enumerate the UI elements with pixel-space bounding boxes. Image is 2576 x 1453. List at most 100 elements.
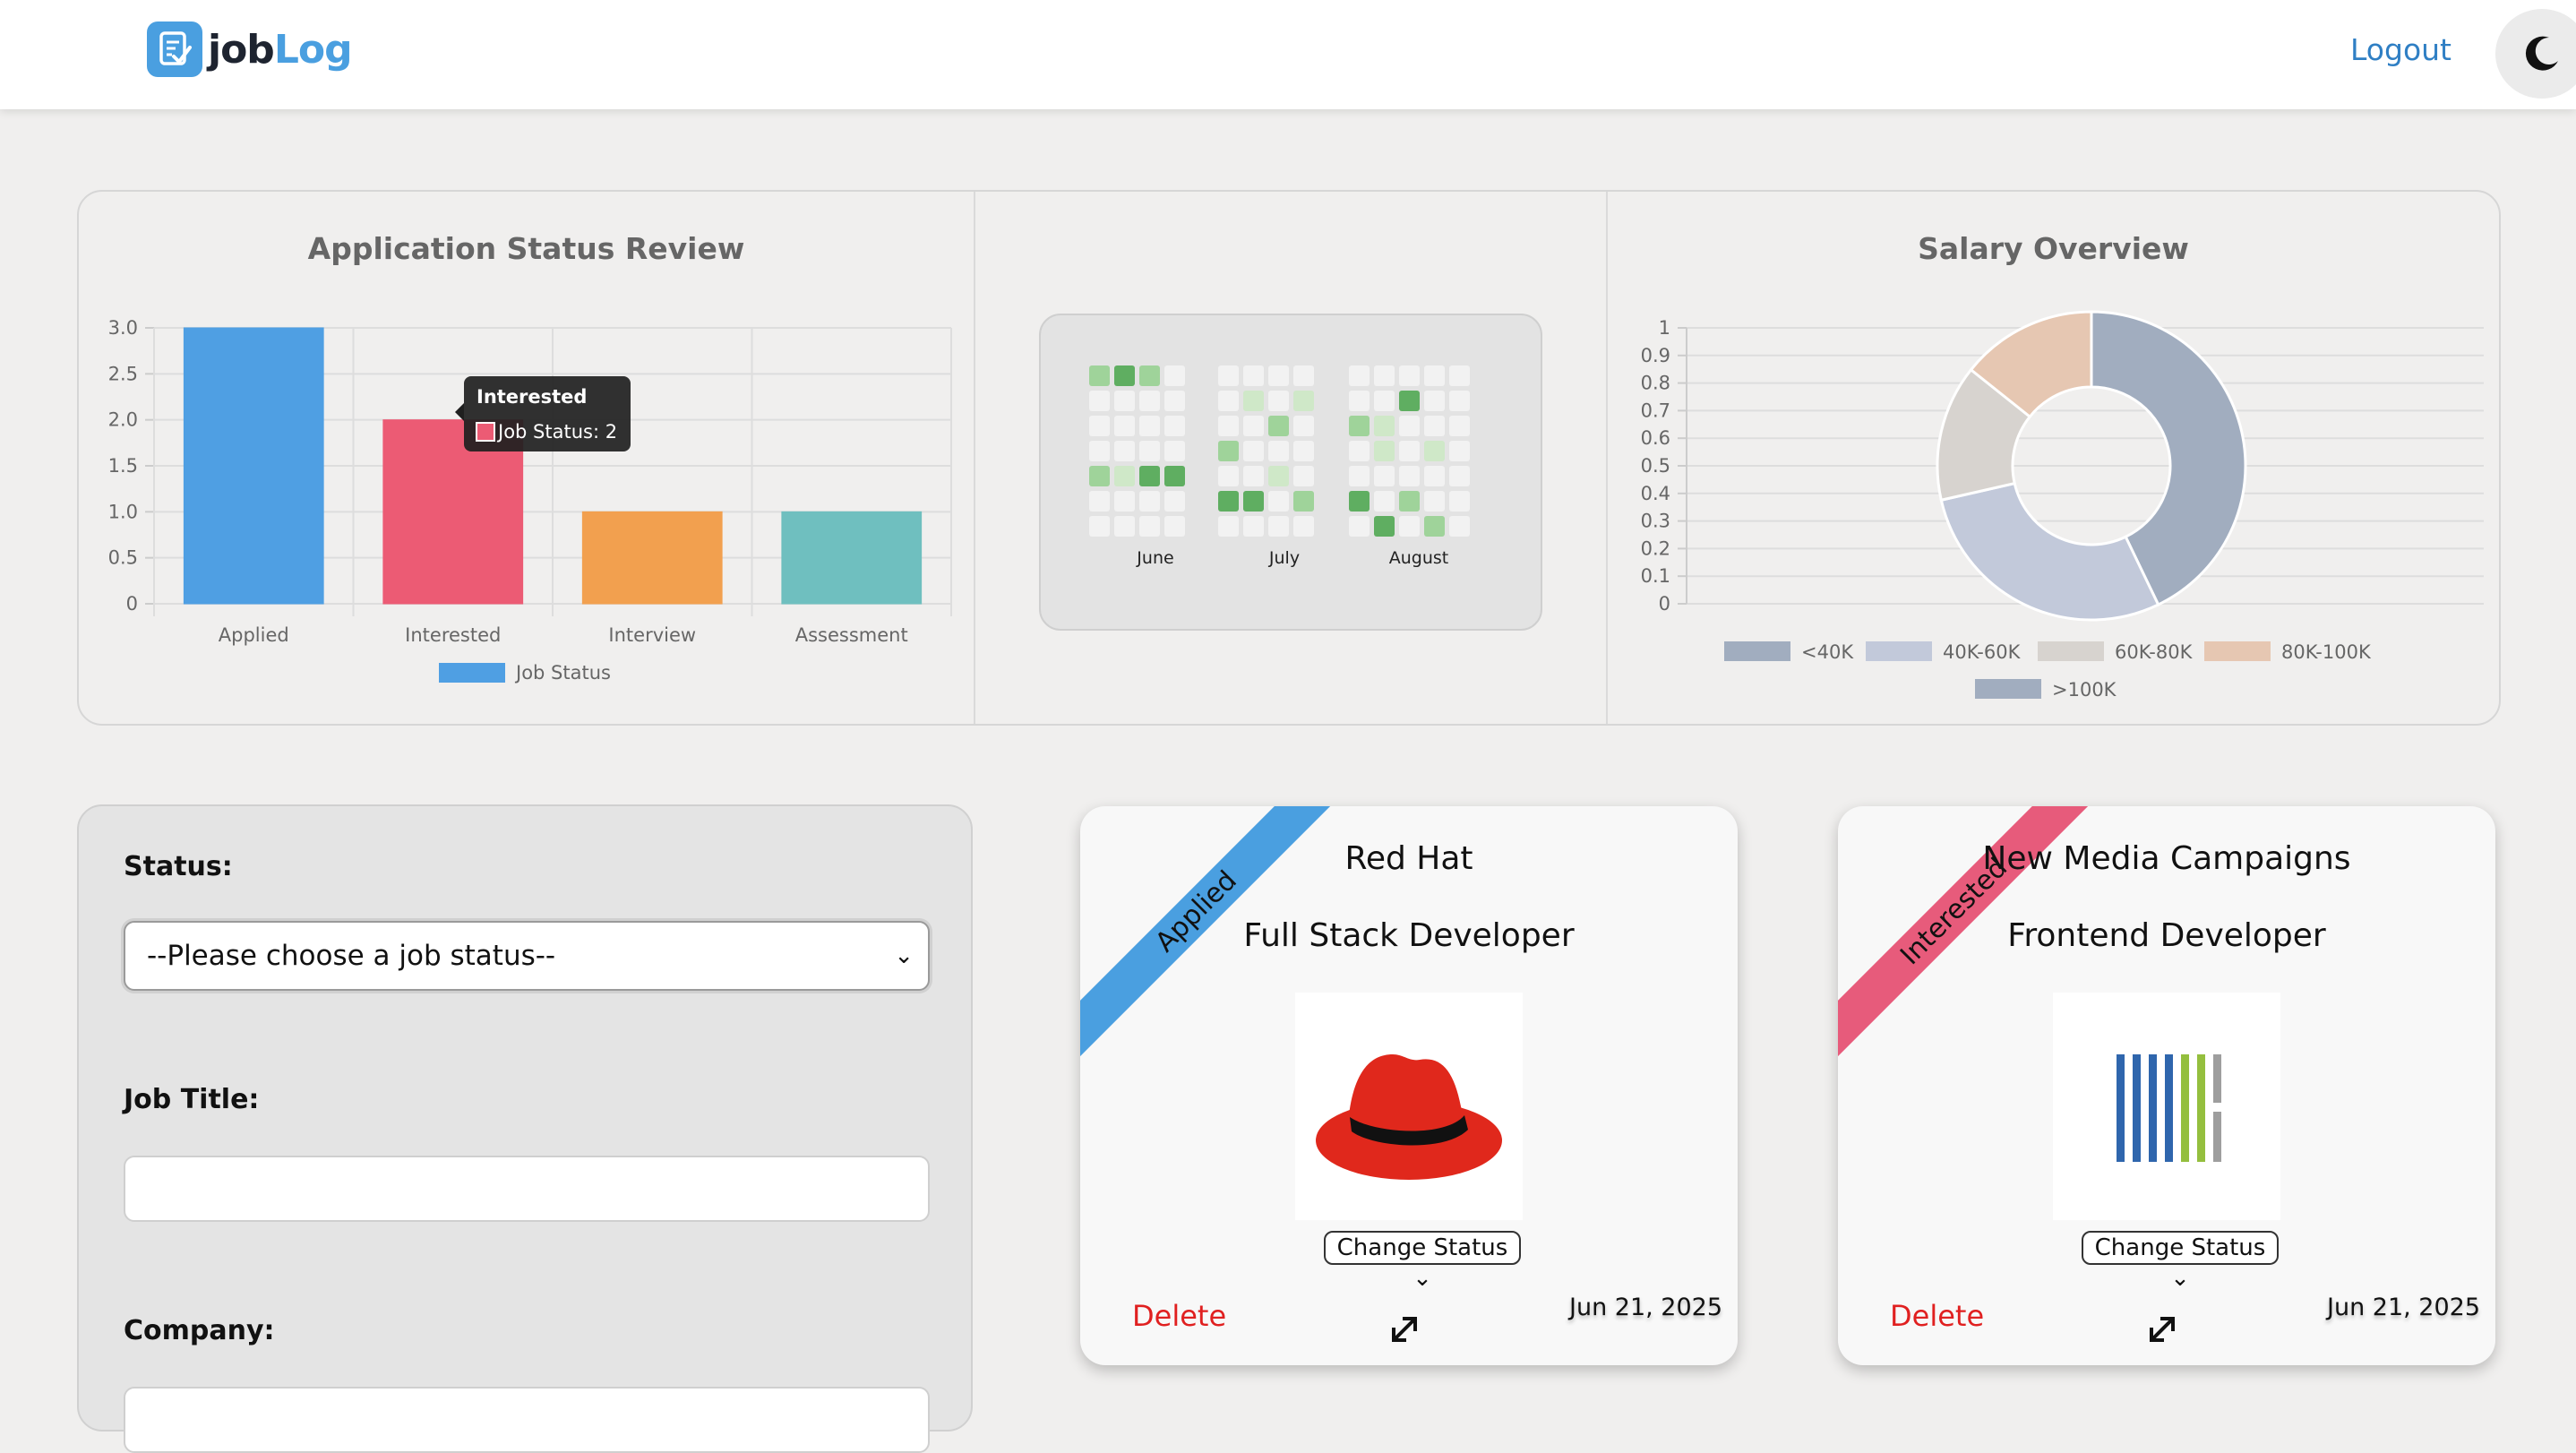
stats-panel: Application Status Review 3.0 2.5 2.0 1.5 1.… — [77, 190, 2501, 726]
heatmap-cell — [1374, 416, 1395, 436]
heatmap-cell — [1349, 416, 1370, 436]
heatmap-cell — [1449, 516, 1470, 537]
heatmap-cell — [1293, 416, 1314, 436]
x-tick-label: Interested — [405, 624, 501, 646]
heatmap-cell — [1268, 391, 1289, 411]
heatmap-month-label: June — [1137, 548, 1174, 568]
heatmap-cell — [1374, 491, 1395, 512]
y-tick-label: 0.4 — [1641, 483, 1670, 504]
application-status-bar-chart[interactable]: 3.0 2.5 2.0 1.5 1.0 0.5 0 Applied Interested Inte… — [79, 281, 974, 711]
heatmap-cell — [1139, 416, 1160, 436]
tooltip-title: Interested — [477, 386, 587, 408]
heatmap-cell — [1293, 516, 1314, 537]
heatmap-cell — [1218, 365, 1239, 386]
company-logo — [1295, 993, 1523, 1220]
job-card[interactable]: Applied Red Hat Full Stack Developer Cha… — [1080, 806, 1738, 1365]
heatmap-cell — [1114, 441, 1135, 461]
logo-text: jobLog — [208, 26, 353, 73]
top-navbar: jobLog Logout — [0, 0, 2576, 109]
job-title-label: Job Title: — [124, 1084, 260, 1115]
legend-label: 40K-60K — [1943, 641, 2022, 663]
heatmap-cell — [1114, 391, 1135, 411]
heatmap-month-label: August — [1388, 548, 1449, 568]
company-input[interactable] — [124, 1387, 930, 1453]
heatmap-cell — [1293, 391, 1314, 411]
heatmap-cell — [1218, 516, 1239, 537]
job-title-input[interactable] — [124, 1156, 930, 1222]
heatmap-cell — [1449, 466, 1470, 486]
heatmap-cell — [1164, 441, 1185, 461]
heatmap-cell — [1268, 365, 1289, 386]
job-title: Frontend Developer — [2007, 917, 2326, 954]
heatmap-grid[interactable] — [1041, 315, 1541, 629]
heatmap-cell — [1399, 391, 1420, 411]
heatmap-cell — [1349, 516, 1370, 537]
heatmap-cell — [1114, 365, 1135, 386]
heatmap-cell — [1243, 466, 1264, 486]
y-tick-label: 0.1 — [1641, 565, 1670, 587]
heatmap-cell — [1164, 516, 1185, 537]
heatmap-cell — [1114, 491, 1135, 512]
y-tick-label: 1.5 — [108, 455, 138, 477]
job-title: Full Stack Developer — [1243, 917, 1575, 954]
change-status-select[interactable]: Change Status ⌄ — [1324, 1231, 1521, 1292]
joblog-logo[interactable]: jobLog — [147, 21, 353, 77]
moon-icon — [2525, 36, 2558, 71]
heatmap-cell — [1399, 491, 1420, 512]
heatmap-cell — [1243, 516, 1264, 537]
logo-text-job: job — [208, 26, 275, 73]
heatmap-cell — [1139, 466, 1160, 486]
heatmap-cell — [1268, 466, 1289, 486]
job-date: Jun 21, 2025 — [2327, 1294, 2481, 1321]
chevron-down-icon: ⌄ — [894, 942, 914, 969]
change-status-label: Change Status — [1336, 1234, 1508, 1261]
status-select[interactable]: --Please choose a job status-- ⌄ — [124, 921, 930, 991]
expand-icon[interactable] — [2146, 1313, 2178, 1349]
x-tick-label: Assessment — [795, 624, 908, 646]
change-status-select[interactable]: Change Status ⌄ — [2082, 1231, 2279, 1292]
tooltip-caret — [455, 403, 464, 421]
change-status-label: Change Status — [2094, 1234, 2266, 1261]
heatmap-cell — [1089, 391, 1110, 411]
status-label: Status: — [124, 851, 233, 882]
heatmap-cell — [1164, 466, 1185, 486]
legend-label: 80K-100K — [2281, 641, 2372, 663]
heatmap-cell — [1374, 516, 1395, 537]
heatmap-cell — [1218, 491, 1239, 512]
job-card[interactable]: Interested New Media Campaigns Frontend … — [1838, 806, 2495, 1365]
y-tick-label: 2.5 — [108, 363, 138, 384]
heatmap-cell — [1399, 466, 1420, 486]
heatmap-cell — [1218, 466, 1239, 486]
heatmap-cell — [1089, 466, 1110, 486]
delete-button[interactable]: Delete — [1890, 1299, 1984, 1333]
delete-button[interactable]: Delete — [1132, 1299, 1226, 1333]
heatmap-month-label: July — [1268, 548, 1301, 568]
heatmap-cell — [1243, 365, 1264, 386]
heatmap-cell — [1424, 391, 1445, 411]
heatmap-cell — [1243, 441, 1264, 461]
heatmap-cell — [1374, 441, 1395, 461]
y-tick-label: 0.6 — [1641, 427, 1670, 449]
bar-chart-title: Application Status Review — [307, 231, 745, 266]
heatmap-cell — [1218, 416, 1239, 436]
expand-icon[interactable] — [1388, 1313, 1421, 1349]
chevron-down-icon: ⌄ — [1413, 1265, 1432, 1292]
x-tick-label: Interview — [608, 624, 696, 646]
heatmap-cell — [1139, 516, 1160, 537]
heatmap-cell — [1349, 391, 1370, 411]
y-tick-label: 2.0 — [108, 409, 138, 431]
legend-swatch — [439, 663, 505, 683]
heatmap-cell — [1243, 491, 1264, 512]
y-tick-label: 3.0 — [108, 317, 138, 339]
company-label: Company: — [124, 1315, 275, 1346]
dark-mode-toggle[interactable] — [2495, 9, 2576, 99]
heatmap-cell — [1164, 365, 1185, 386]
heatmap-cell — [1374, 391, 1395, 411]
tooltip-text: Job Status: 2 — [496, 421, 617, 443]
salary-donut-chart[interactable]: 1 0.9 0.8 0.7 0.6 0.5 0.4 0.3 0.2 0.1 0 <40K 40K-60K… — [1606, 281, 2501, 711]
job-company: New Media Campaigns — [1982, 840, 2351, 877]
heatmap-cell — [1349, 466, 1370, 486]
heatmap-cell — [1164, 491, 1185, 512]
y-tick-label: 0.8 — [1641, 373, 1670, 394]
logout-link[interactable]: Logout — [2350, 32, 2451, 67]
